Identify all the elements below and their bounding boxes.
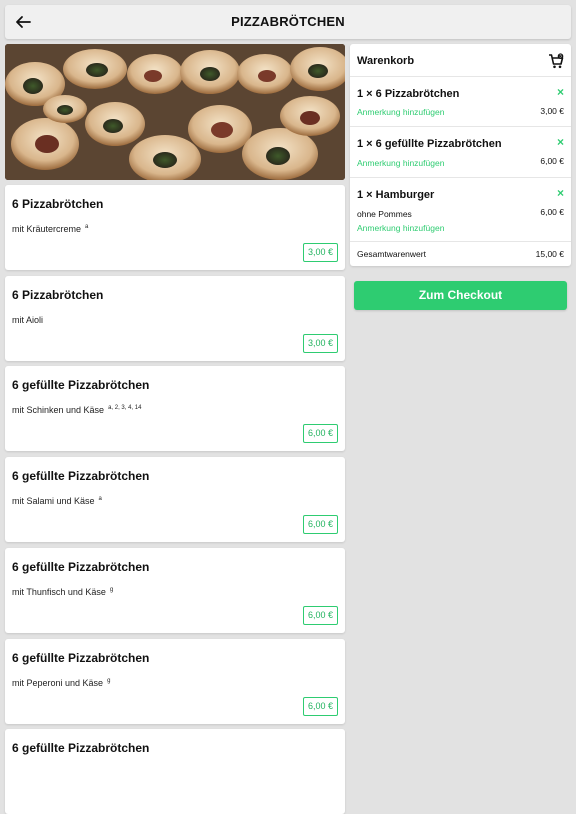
product-description-text: mit Salami und Käse bbox=[12, 496, 95, 506]
cart-item-name: 1 × 6 gefüllte Pizzabrötchen bbox=[357, 138, 502, 150]
cart-total-label: Gesamtwarenwert bbox=[357, 249, 426, 259]
cart-icon[interactable]: 3 bbox=[548, 53, 564, 69]
product-description: mit Aioli bbox=[12, 315, 47, 325]
product-name: 6 gefüllte Pizzabrötchen bbox=[12, 741, 150, 755]
product-description-text: mit Kräutercreme bbox=[12, 224, 82, 234]
product-card[interactable]: 6 gefüllte Pizzabrötchen bbox=[5, 729, 345, 814]
product-card[interactable]: 6 gefüllte Pizzabrötchen mit Thunfisch un… bbox=[5, 548, 345, 633]
cart-item-name: 1 × Hamburger bbox=[357, 189, 435, 201]
cart-item: 1 × 6 Pizzabrötchen × Anmerkung hinzufüg… bbox=[350, 76, 571, 126]
product-description: mit Peperoni und Käse g bbox=[12, 678, 110, 688]
cart-item-option: ohne Pommes bbox=[357, 209, 412, 219]
product-description-text: mit Peperoni und Käse bbox=[12, 678, 104, 688]
add-to-cart-price-button[interactable]: 3,00 € bbox=[303, 334, 338, 353]
cart-item: 1 × 6 gefüllte Pizzabrötchen × Anmerkung… bbox=[350, 126, 571, 177]
product-description: mit Thunfisch und Käse g bbox=[12, 587, 113, 597]
add-note-link[interactable]: Anmerkung hinzufügen bbox=[357, 107, 444, 117]
product-description: mit Salami und Käse a bbox=[12, 496, 102, 506]
product-name: 6 gefüllte Pizzabrötchen bbox=[12, 378, 150, 392]
product-description bbox=[12, 768, 16, 778]
cart-item-price: 3,00 € bbox=[540, 106, 564, 116]
cart-total: Gesamtwarenwert 15,00 € bbox=[350, 241, 571, 266]
product-description: mit Schinken und Käse a, 2, 3, 4, 14 bbox=[12, 405, 141, 415]
product-name: 6 gefüllte Pizzabrötchen bbox=[12, 469, 150, 483]
product-card[interactable]: 6 gefüllte Pizzabrötchen mit Peperoni und… bbox=[5, 639, 345, 724]
product-card[interactable]: 6 Pizzabrötchen mit Kräutercreme a 3,00 € bbox=[5, 185, 345, 270]
remove-item-button[interactable]: × bbox=[557, 186, 564, 200]
add-note-link[interactable]: Anmerkung hinzufügen bbox=[357, 158, 444, 168]
product-card[interactable]: 6 Pizzabrötchen mit Aioli 3,00 € bbox=[5, 276, 345, 361]
checkout-button[interactable]: Zum Checkout bbox=[354, 281, 567, 310]
top-bar: PIZZABRÖTCHEN bbox=[5, 5, 571, 39]
remove-item-button[interactable]: × bbox=[557, 135, 564, 149]
product-name: 6 Pizzabrötchen bbox=[12, 288, 104, 302]
cart-panel: Warenkorb 3 1 × 6 Pizzabrötchen × Anmerk… bbox=[350, 44, 571, 266]
add-note-link[interactable]: Anmerkung hinzufügen bbox=[357, 223, 444, 233]
product-card[interactable]: 6 gefüllte Pizzabrötchen mit Schinken und… bbox=[5, 366, 345, 451]
product-name: 6 Pizzabrötchen bbox=[12, 197, 104, 211]
product-description-text: mit Aioli bbox=[12, 315, 44, 325]
cart-total-value: 15,00 € bbox=[535, 249, 564, 259]
cart-item-price: 6,00 € bbox=[540, 207, 564, 217]
add-to-cart-price-button[interactable]: 6,00 € bbox=[303, 697, 338, 716]
cart-title: Warenkorb bbox=[357, 55, 415, 67]
remove-item-button[interactable]: × bbox=[557, 85, 564, 99]
product-description-text: mit Schinken und Käse bbox=[12, 405, 105, 415]
add-to-cart-price-button[interactable]: 6,00 € bbox=[303, 424, 338, 443]
allergen-codes: a bbox=[98, 496, 102, 502]
product-name: 6 gefüllte Pizzabrötchen bbox=[12, 560, 150, 574]
cart-item-price: 6,00 € bbox=[540, 156, 564, 166]
product-description: mit Kräutercreme a bbox=[12, 224, 88, 234]
allergen-codes: g bbox=[107, 678, 111, 684]
category-image bbox=[5, 44, 345, 180]
add-to-cart-price-button[interactable]: 6,00 € bbox=[303, 606, 338, 625]
add-to-cart-price-button[interactable]: 3,00 € bbox=[303, 243, 338, 262]
product-card[interactable]: 6 gefüllte Pizzabrötchen mit Salami und K… bbox=[5, 457, 345, 542]
add-to-cart-price-button[interactable]: 6,00 € bbox=[303, 515, 338, 534]
allergen-codes: a, 2, 3, 4, 14 bbox=[108, 405, 142, 411]
allergen-codes: a bbox=[85, 224, 89, 230]
allergen-codes: g bbox=[109, 587, 114, 593]
product-description-text: mit Thunfisch und Käse bbox=[12, 587, 106, 597]
product-list bbox=[5, 44, 345, 180]
cart-item-name: 1 × 6 Pizzabrötchen bbox=[357, 88, 460, 100]
cart-item: 1 × Hamburger × ohne Pommes 6,00 € Anmer… bbox=[350, 177, 571, 241]
page-title: PIZZABRÖTCHEN bbox=[231, 14, 345, 29]
product-name: 6 gefüllte Pizzabrötchen bbox=[12, 651, 150, 665]
